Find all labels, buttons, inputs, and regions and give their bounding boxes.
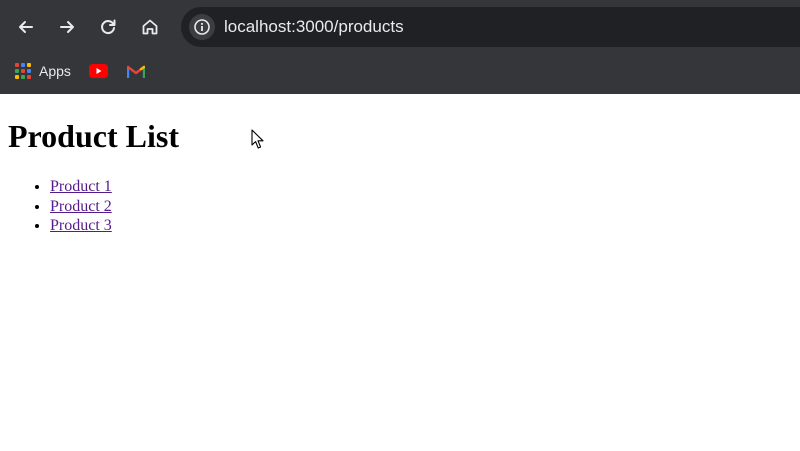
bookmark-apps-label: Apps [39,63,71,79]
bookmark-youtube[interactable] [89,60,108,82]
address-bar[interactable]: localhost:3000/products [181,7,800,47]
page-title: Product List [8,118,179,154]
product-link[interactable]: Product 3 [50,217,112,234]
gmail-icon [127,65,145,78]
list-item: Product 1 [50,177,112,197]
info-icon [194,19,210,35]
list-item: Product 3 [50,216,112,236]
product-link[interactable]: Product 2 [50,198,112,215]
site-info-button[interactable] [189,14,215,40]
list-item: Product 2 [50,197,112,217]
bookmarks-bar: Apps [0,56,800,86]
bookmark-gmail[interactable] [127,60,145,82]
arrow-left-icon [19,21,33,33]
arrow-right-icon [60,21,74,33]
back-button[interactable] [10,11,42,43]
forward-button[interactable] [51,11,83,43]
browser-chrome: localhost:3000/products Apps [0,0,800,94]
reload-icon [101,19,116,35]
home-button[interactable] [134,11,166,43]
product-link[interactable]: Product 1 [50,178,112,195]
browser-toolbar: localhost:3000/products [0,6,800,48]
product-list: Product 1 Product 2 Product 3 [10,177,112,236]
bookmark-apps[interactable]: Apps [15,60,71,82]
reload-button[interactable] [92,11,124,43]
apps-grid-icon [15,63,31,79]
home-icon [142,19,158,35]
mouse-pointer-icon [251,129,264,149]
youtube-icon [89,64,108,78]
url-text[interactable]: localhost:3000/products [224,17,404,37]
page-content: Product List Product 1 Product 2 Product… [0,94,800,451]
